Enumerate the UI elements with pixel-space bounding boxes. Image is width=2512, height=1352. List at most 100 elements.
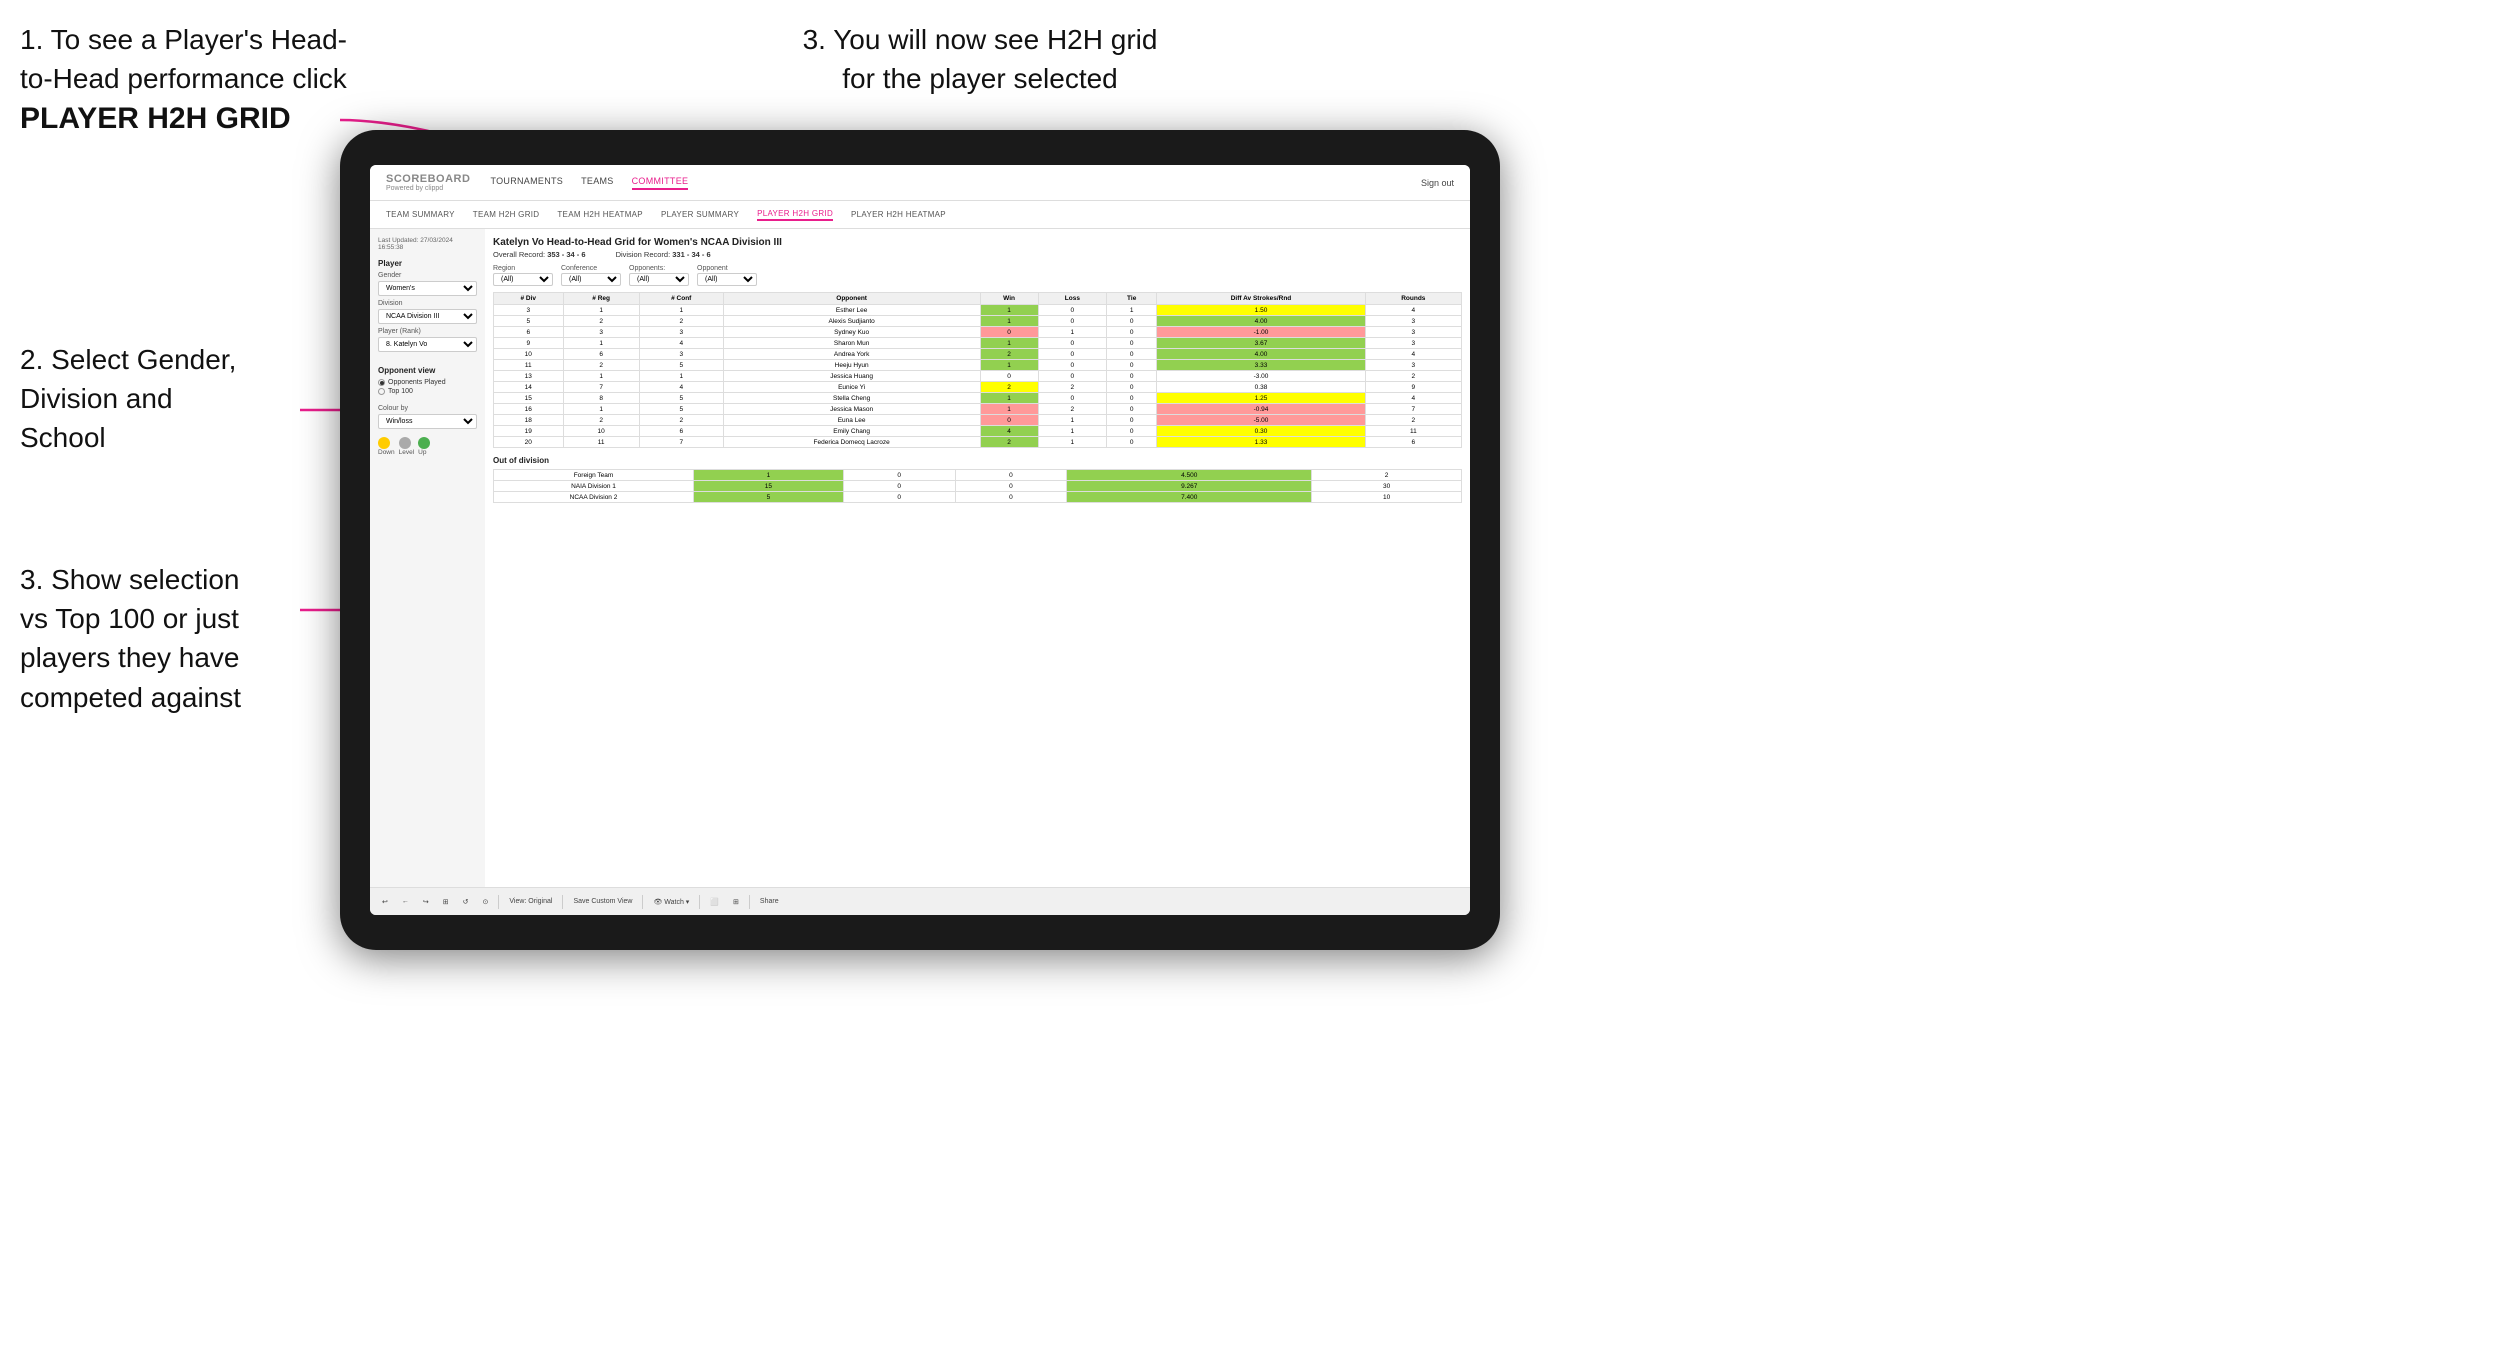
toolbar-redo[interactable]: ↪ [419,896,433,908]
filter-conference-select[interactable]: (All) [561,273,621,286]
td-rounds: 11 [1365,426,1461,437]
colour-legend: Down Level Up [378,437,477,456]
filter-conference-label: Conference [561,265,621,272]
toolbar-grid[interactable]: ⊞ [439,896,453,908]
sub-nav-player-summary[interactable]: PLAYER SUMMARY [661,210,739,219]
td-div: 15 [494,393,564,404]
td-rounds: 9 [1365,382,1461,393]
sidebar-player-rank-select[interactable]: 8. Katelyn Vo [378,337,477,352]
th-diff: Diff Av Strokes/Rnd [1157,293,1365,305]
nav-teams[interactable]: TEAMS [581,176,614,190]
toolbar-watch[interactable]: 👁 Watch ▾ [649,896,693,908]
td-tie: 0 [1107,316,1157,327]
th-div: # Div [494,293,564,305]
sub-nav-player-h2h-heatmap[interactable]: PLAYER H2H HEATMAP [851,210,946,219]
sidebar-radio-opponents[interactable]: Opponents Played [378,379,477,386]
td-tie: 0 [1107,393,1157,404]
td-loss: 0 [1038,305,1106,316]
nav-tournaments[interactable]: TOURNAMENTS [490,176,563,190]
sidebar-radio-dot-opponents [378,379,385,386]
td-rounds: 3 [1365,360,1461,371]
td-div: 5 [494,316,564,327]
td-opponent: Stella Cheng [723,393,980,404]
td-conf: 1 [639,305,723,316]
sidebar-opponent-view-label: Opponent view [378,366,477,375]
td-out-tie: 0 [955,481,1067,492]
td-loss: 0 [1038,338,1106,349]
toolbar-circle[interactable]: ⊙ [479,896,493,908]
td-out-loss: 0 [843,481,955,492]
out-of-division-table: Foreign Team 1 0 0 4.500 2 NAIA Division… [493,469,1462,503]
td-conf: 6 [639,426,723,437]
toolbar-undo[interactable]: ↩ [378,896,392,908]
th-loss: Loss [1038,293,1106,305]
td-out-tie: 0 [955,492,1067,503]
td-out-label: Foreign Team [494,470,694,481]
td-reg: 1 [563,338,639,349]
sub-nav-team-summary[interactable]: TEAM SUMMARY [386,210,455,219]
sidebar: Last Updated: 27/03/202416:55:38 Player … [370,229,485,887]
filter-region-label: Region [493,265,553,272]
td-opponent: Alexis Sudjianto [723,316,980,327]
main-content: Last Updated: 27/03/202416:55:38 Player … [370,229,1470,887]
td-reg: 2 [563,415,639,426]
data-table: # Div # Reg # Conf Opponent Win Loss Tie… [493,292,1462,448]
toolbar-divider3 [642,895,643,909]
td-win: 1 [980,404,1038,415]
filter-opp-name-select[interactable]: (All) [697,273,757,286]
td-rounds: 4 [1365,305,1461,316]
toolbar-divider2 [562,895,563,909]
sidebar-radio-top100[interactable]: Top 100 [378,388,477,395]
toolbar-grid2[interactable]: ⊞ [729,896,743,908]
td-tie: 0 [1107,437,1157,448]
toolbar-save-view[interactable]: Save Custom View [569,896,636,907]
td-div: 20 [494,437,564,448]
toolbar-share[interactable]: Share [756,896,783,907]
sub-nav-player-h2h-grid[interactable]: PLAYER H2H GRID [757,209,833,221]
td-div: 3 [494,305,564,316]
toolbar-refresh[interactable]: ↺ [459,896,473,908]
sidebar-division-select[interactable]: NCAA Division III [378,309,477,324]
td-win: 1 [980,393,1038,404]
td-diff: -5.00 [1157,415,1365,426]
td-out-rounds: 30 [1312,481,1462,492]
filter-opp-name-label: Opponent [697,265,757,272]
td-div: 6 [494,327,564,338]
td-tie: 0 [1107,404,1157,415]
toolbar-view-original[interactable]: View: Original [505,896,556,907]
nav-committee[interactable]: COMMITTEE [632,176,689,190]
td-loss: 1 [1038,426,1106,437]
td-loss: 0 [1038,349,1106,360]
sub-nav-team-h2h-grid[interactable]: TEAM H2H GRID [473,210,540,219]
td-diff: 3.33 [1157,360,1365,371]
sidebar-colour-by-select[interactable]: Win/loss [378,414,477,429]
td-win: 1 [980,338,1038,349]
toolbar-back[interactable]: ← [398,896,413,907]
td-opponent: Sharon Mun [723,338,980,349]
td-opponent: Federica Domecq Lacroze [723,437,980,448]
sidebar-player-section: Player [378,259,477,268]
td-rounds: 4 [1365,393,1461,404]
instruction-bottom-left: 3. Show selectionvs Top 100 or justplaye… [20,560,340,717]
th-opponent: Opponent [723,293,980,305]
td-rounds: 2 [1365,371,1461,382]
td-tie: 0 [1107,349,1157,360]
td-conf: 2 [639,415,723,426]
filter-region-select[interactable]: (All) [493,273,553,286]
td-out-diff: 7.400 [1067,492,1312,503]
td-out-loss: 0 [843,470,955,481]
toolbar-square[interactable]: ⬜ [706,896,723,908]
colour-box-level [399,437,411,449]
td-win: 0 [980,327,1038,338]
sidebar-gender-select[interactable]: Women's [378,281,477,296]
td-diff: -0.94 [1157,404,1365,415]
td-conf: 5 [639,360,723,371]
grid-area: Katelyn Vo Head-to-Head Grid for Women's… [485,229,1470,887]
nav-logo: SCOREBOARD Powered by clippd [386,173,470,192]
nav-sign-out[interactable]: Sign out [1421,178,1454,188]
td-div: 14 [494,382,564,393]
filter-opponent-select[interactable]: (All) [629,273,689,286]
sub-nav-team-h2h-heatmap[interactable]: TEAM H2H HEATMAP [557,210,643,219]
th-tie: Tie [1107,293,1157,305]
td-out-tie: 0 [955,470,1067,481]
